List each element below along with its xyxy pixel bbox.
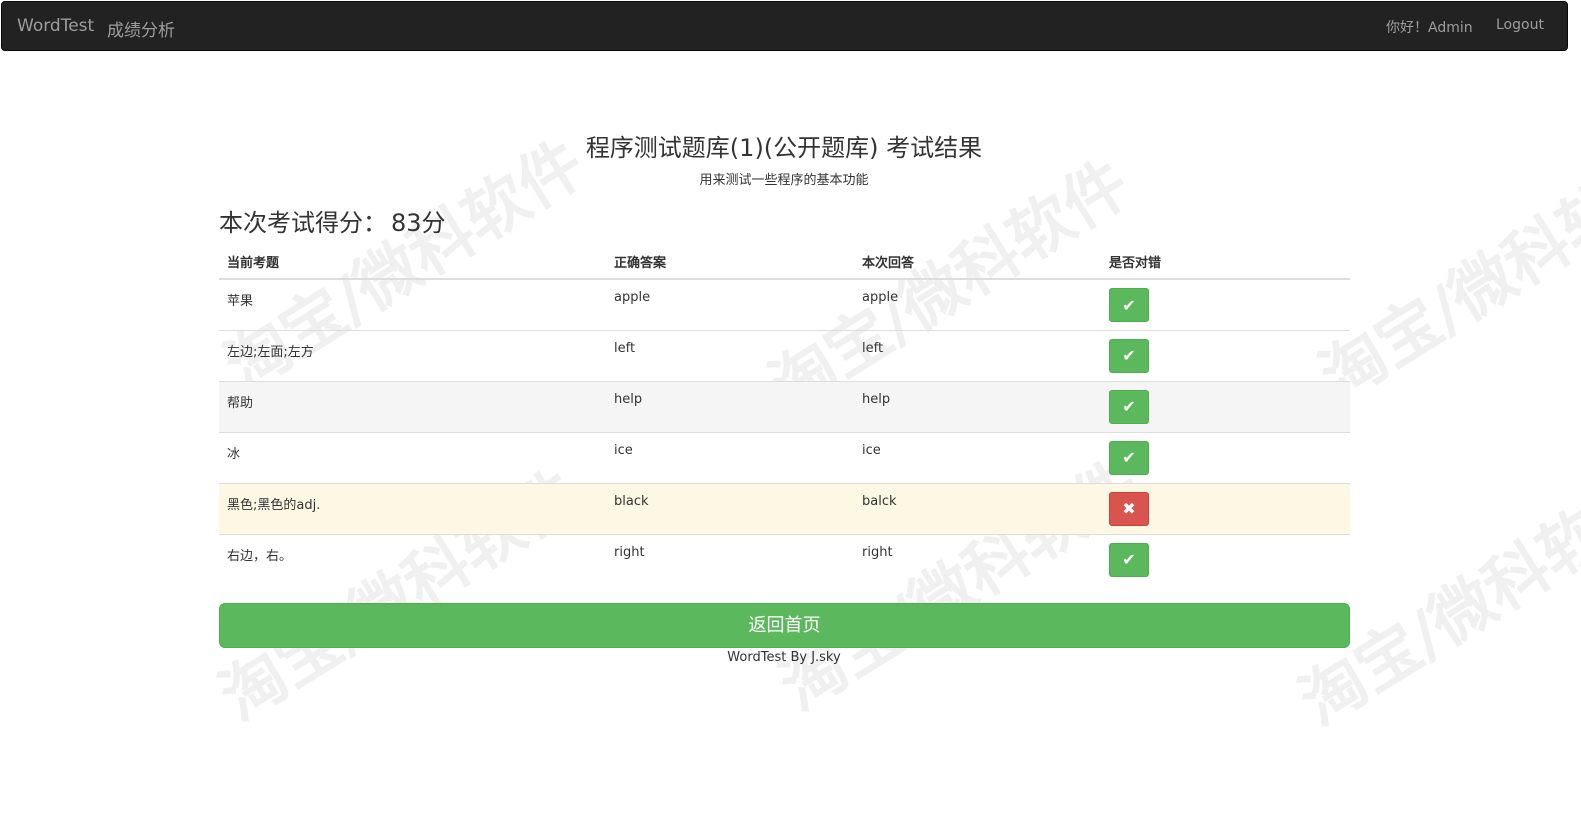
row-result: ✔ <box>1101 329 1350 381</box>
row-result: ✔ <box>1101 533 1350 585</box>
row-correct-answer: black <box>606 482 854 534</box>
table-row: 苹果 apple apple ✔ <box>219 278 1350 330</box>
times-icon: ✖ <box>1122 499 1136 518</box>
results-table: 当前考题 正确答案 本次回答 是否对错 苹果 apple apple ✔ 左边;左面;左… <box>219 245 1350 585</box>
top-navbar: WordTest 成绩分析 你好！Admin Logout <box>1 1 1568 51</box>
row-result: ✔ <box>1101 431 1350 483</box>
row-question: 苹果 <box>219 278 606 330</box>
table-row: 左边;左面;左方 left left ✔ <box>219 329 1350 381</box>
row-question: 帮助 <box>219 380 606 432</box>
logout-link[interactable]: Logout <box>1496 17 1544 33</box>
header-result: 是否对错 <box>1101 245 1350 280</box>
page-subtitle: 用来测试一些程序的基本功能 <box>699 173 869 188</box>
table-row: 黑色;黑色的adj. black balck ✖ <box>219 482 1350 534</box>
row-result: ✖ <box>1101 482 1350 534</box>
row-question: 左边;左面;左方 <box>219 329 606 381</box>
row-correct-answer: right <box>606 533 854 585</box>
header-question: 当前考题 <box>219 245 606 280</box>
row-question: 冰 <box>219 431 606 483</box>
row-user-answer: right <box>854 533 1101 585</box>
return-home-button[interactable]: 返回首页 <box>219 603 1350 648</box>
user-greeting[interactable]: 你好！Admin <box>1386 17 1473 37</box>
correct-result-button[interactable]: ✔ <box>1109 542 1149 577</box>
row-user-answer: help <box>854 380 1101 432</box>
row-user-answer: balck <box>854 482 1101 534</box>
row-correct-answer: left <box>606 329 854 381</box>
footer: WordTest By J.sky <box>727 650 841 665</box>
row-correct-answer: apple <box>606 278 854 330</box>
row-result: ✔ <box>1101 380 1350 432</box>
page-title: 程序测试题库(1)(公开题库) 考试结果 <box>585 134 983 162</box>
wrong-result-button[interactable]: ✖ <box>1109 491 1149 526</box>
correct-result-button[interactable]: ✔ <box>1109 389 1149 424</box>
correct-result-button[interactable]: ✔ <box>1109 338 1149 373</box>
row-correct-answer: help <box>606 380 854 432</box>
row-question: 黑色;黑色的adj. <box>219 482 606 534</box>
check-icon: ✔ <box>1122 295 1136 315</box>
check-icon: ✔ <box>1122 397 1136 416</box>
header-user-answer: 本次回答 <box>854 245 1101 280</box>
table-row: 冰 ice ice ✔ <box>219 431 1350 483</box>
row-user-answer: left <box>854 329 1101 381</box>
exam-score: 本次考试得分： 83分 <box>219 203 446 238</box>
check-icon: ✔ <box>1122 550 1136 569</box>
row-correct-answer: ice <box>606 431 854 483</box>
score-label: 本次考试得分： <box>219 209 387 237</box>
row-question: 右边，右。 <box>219 533 606 585</box>
check-icon: ✔ <box>1122 448 1136 467</box>
table-row: 右边，右。 right right ✔ <box>219 533 1350 585</box>
table-row: 帮助 help help ✔ <box>219 380 1350 432</box>
check-icon: ✔ <box>1122 346 1136 365</box>
correct-result-button[interactable]: ✔ <box>1109 440 1149 475</box>
nav-score-analysis-link[interactable]: 成绩分析 <box>107 16 175 41</box>
correct-result-button[interactable]: ✔ <box>1109 288 1149 322</box>
row-user-answer: apple <box>854 278 1101 330</box>
score-value: 83分 <box>391 209 446 237</box>
row-user-answer: ice <box>854 431 1101 483</box>
header-correct-answer: 正确答案 <box>606 245 854 280</box>
row-result: ✔ <box>1101 278 1350 330</box>
brand-link[interactable]: WordTest <box>17 16 94 36</box>
table-header-row: 当前考题 正确答案 本次回答 是否对错 <box>219 245 1350 280</box>
